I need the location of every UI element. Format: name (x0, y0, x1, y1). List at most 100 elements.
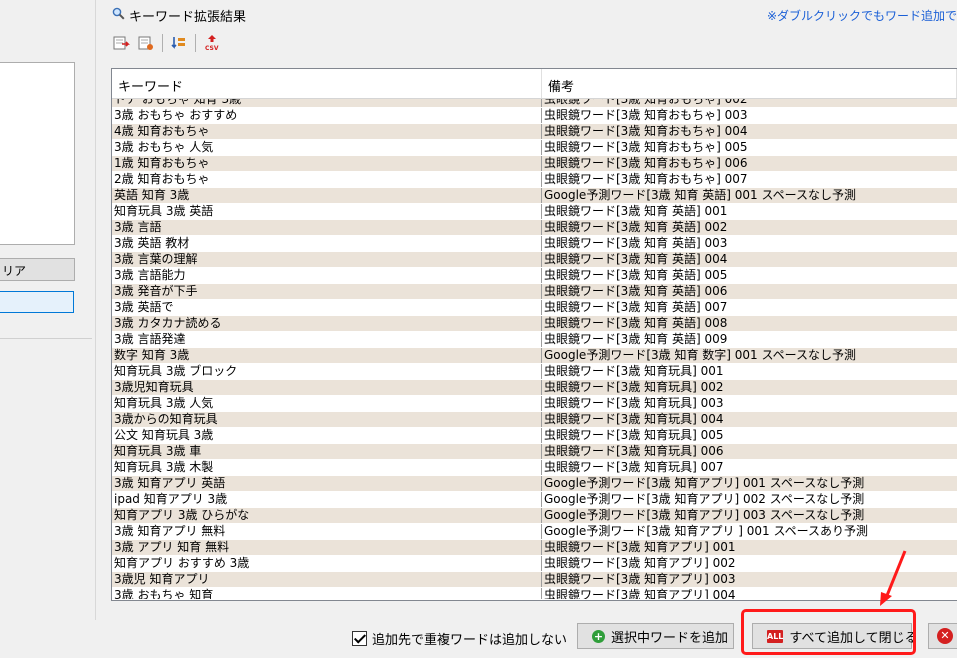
double-click-hint: ※ダブルクリックでもワード追加で (766, 9, 957, 23)
cell-remarks: 虫眼鏡ワード[3歳 知育玩具] 001 (544, 364, 724, 378)
cell-keyword: 3歳児 知育アプリ (112, 572, 542, 587)
cell-remarks: 虫眼鏡ワード[3歳 知育玩具] 007 (544, 460, 724, 474)
csv-icon-label: CSV (205, 45, 219, 52)
table-rows: ドア おもちゃ 知育 3歳 虫眼鏡ワード[3歳 知育おもちゃ] 002 3歳 おもち… (112, 99, 957, 599)
cell-keyword: 3歳 言語 (112, 220, 542, 235)
table-row[interactable]: 3歳 カタカナ読める 虫眼鏡ワード[3歳 知育 英語] 008 (112, 316, 957, 332)
left-focused-button[interactable] (0, 291, 74, 313)
cell-remarks: 虫眼鏡ワード[3歳 知育おもちゃ] 006 (544, 156, 748, 170)
cell-keyword: 3歳 言語能力 (112, 268, 542, 283)
column-header-remarks[interactable]: 備考 (542, 69, 957, 98)
table-row[interactable]: 3歳 言語 虫眼鏡ワード[3歳 知育 英語] 002 (112, 220, 957, 236)
cell-keyword: 2歳 知育おもちゃ (112, 172, 542, 187)
table-row[interactable]: 知育玩具 3歳 車虫眼鏡ワード[3歳 知育玩具] 006 (112, 444, 957, 460)
cell-keyword: 数字 知育 3歳 (112, 348, 542, 363)
table-row[interactable]: 3歳 知育アプリ 無料 Google予測ワード[3歳 知育アプリ ] 001 スペ… (112, 524, 957, 540)
cell-remarks: Google予測ワード[3歳 知育 数字] 001 スペースなし予測 (544, 348, 857, 362)
table-row[interactable]: 3歳 おもちゃ おすすめ 虫眼鏡ワード[3歳 知育おもちゃ] 003 (112, 108, 957, 124)
table-row[interactable]: 知育アプリ 3歳 ひらがな Google予測ワード[3歳 知育アプリ] 003 ス… (112, 508, 957, 524)
cell-keyword: 3歳 発音が下手 (112, 284, 542, 299)
keyword-results-table[interactable]: キーワード 備考 ドア おもちゃ 知育 3歳 虫眼鏡ワード[3歳 知育おもちゃ] … (111, 68, 957, 601)
page-title: キーワード拡張結果 (112, 6, 246, 25)
table-row[interactable]: 4歳 知育おもちゃ 虫眼鏡ワード[3歳 知育おもちゃ] 004 (112, 124, 957, 140)
table-row[interactable]: 3歳 英語で 虫眼鏡ワード[3歳 知育 英語] 007 (112, 300, 957, 316)
table-row[interactable]: ipad 知育アプリ 3歳 Google予測ワード[3歳 知育アプリ] 002 ス… (112, 492, 957, 508)
table-body[interactable]: ドア おもちゃ 知育 3歳 虫眼鏡ワード[3歳 知育おもちゃ] 002 3歳 おもち… (112, 99, 957, 599)
csv-icon[interactable]: CSV (202, 33, 222, 53)
table-row[interactable]: 3歳 言語発達 虫眼鏡ワード[3歳 知育 英語] 009 (112, 332, 957, 348)
cell-keyword: 知育玩具 3歳 人気 (112, 396, 542, 411)
list-icon[interactable] (136, 33, 156, 53)
table-row[interactable]: 数字 知育 3歳 Google予測ワード[3歳 知育 数字] 001 スペースなし… (112, 348, 957, 364)
table-row[interactable]: 3歳 アプリ 知育 無料 虫眼鏡ワード[3歳 知育アプリ] 001 (112, 540, 957, 556)
table-row[interactable]: 3歳 言葉の理解 虫眼鏡ワード[3歳 知育 英語] 004 (112, 252, 957, 268)
cell-remarks: 虫眼鏡ワード[3歳 知育玩具] 005 (544, 428, 724, 442)
table-row[interactable]: 3歳 おもちゃ 人気 虫眼鏡ワード[3歳 知育おもちゃ] 005 (112, 140, 957, 156)
table-row[interactable]: ドア おもちゃ 知育 3歳 虫眼鏡ワード[3歳 知育おもちゃ] 002 (112, 99, 957, 108)
sort-icon[interactable] (169, 33, 189, 53)
cell-remarks: 虫眼鏡ワード[3歳 知育 英語] 005 (544, 268, 728, 282)
cell-keyword: 1歳 知育おもちゃ (112, 156, 542, 171)
table-row[interactable]: 3歳 英語 教材 虫眼鏡ワード[3歳 知育 英語] 003 (112, 236, 957, 252)
table-row[interactable]: 知育玩具 3歳 人気 虫眼鏡ワード[3歳 知育玩具] 003 (112, 396, 957, 412)
table-row[interactable]: 知育玩具 3歳 英語 虫眼鏡ワード[3歳 知育 英語] 001 (112, 204, 957, 220)
table-row[interactable]: 知育アプリ おすすめ 3歳 虫眼鏡ワード[3歳 知育アプリ] 002 (112, 556, 957, 572)
close-icon: ✕ (937, 628, 953, 644)
cell-remarks: 虫眼鏡ワード[3歳 知育玩具] 004 (544, 412, 724, 426)
toolbar: CSV (112, 33, 222, 53)
cell-remarks: 虫眼鏡ワード[3歳 知育 英語] 001 (544, 204, 728, 218)
cell-keyword: ipad 知育アプリ 3歳 (112, 492, 542, 507)
add-selected-label: 選択中ワードを追加 (611, 630, 729, 646)
table-row[interactable]: 3歳からの知育玩具 虫眼鏡ワード[3歳 知育玩具] 004 (112, 412, 957, 428)
toolbar-divider (195, 34, 196, 52)
export-icon[interactable] (112, 33, 132, 53)
cell-keyword: 3歳児知育玩具 (112, 380, 542, 395)
cell-keyword: ドア おもちゃ 知育 3歳 (112, 99, 542, 107)
highlight-box (741, 609, 916, 655)
table-row[interactable]: 1歳 知育おもちゃ 虫眼鏡ワード[3歳 知育おもちゃ] 006 (112, 156, 957, 172)
left-divider (0, 338, 92, 339)
cell-keyword: 知育アプリ 3歳 ひらがな (112, 508, 542, 523)
table-row[interactable]: 知育玩具 3歳 ブロック 虫眼鏡ワード[3歳 知育玩具] 001 (112, 364, 957, 380)
add-selected-button[interactable]: + 選択中ワードを追加 (577, 623, 734, 649)
table-row[interactable]: 英語 知育 3歳 Google予測ワード[3歳 知育 英語] 001 スペースなし… (112, 188, 957, 204)
cell-keyword: 英語 知育 3歳 (112, 188, 542, 203)
cell-remarks: Google予測ワード[3歳 知育アプリ] 003 スペースなし予測 (544, 508, 865, 522)
cell-remarks: 虫眼鏡ワード[3歳 知育玩具] 002 (544, 380, 724, 394)
table-row[interactable]: 3歳児知育玩具 虫眼鏡ワード[3歳 知育玩具] 002 (112, 380, 957, 396)
close-button[interactable]: ✕ (928, 623, 957, 649)
cell-remarks: Google予測ワード[3歳 知育アプリ] 002 スペースなし予測 (544, 492, 865, 506)
cell-keyword: 3歳 アプリ 知育 無料 (112, 540, 542, 555)
left-list-box[interactable] (0, 62, 75, 245)
cell-remarks: 虫眼鏡ワード[3歳 知育 英語] 008 (544, 316, 728, 330)
table-row[interactable]: 3歳児 知育アプリ 虫眼鏡ワード[3歳 知育アプリ] 003 (112, 572, 957, 588)
plus-icon: + (592, 629, 605, 643)
cell-keyword: 3歳 おもちゃ 知育 (112, 588, 542, 599)
table-row[interactable]: 3歳 知育アプリ 英語 Google予測ワード[3歳 知育アプリ] 001 スペー… (112, 476, 957, 492)
toolbar-divider (162, 34, 163, 52)
table-row[interactable]: 知育玩具 3歳 木製 虫眼鏡ワード[3歳 知育玩具] 007 (112, 460, 957, 476)
table-row[interactable]: 3歳 発音が下手 虫眼鏡ワード[3歳 知育 英語] 006 (112, 284, 957, 300)
table-row[interactable]: 2歳 知育おもちゃ 虫眼鏡ワード[3歳 知育おもちゃ] 007 (112, 172, 957, 188)
cell-remarks: 虫眼鏡ワード[3歳 知育玩具] 003 (544, 396, 724, 410)
page-title-text: キーワード拡張結果 (129, 10, 247, 25)
cell-remarks: Google予測ワード[3歳 知育 英語] 001 スペースなし予測 (544, 188, 857, 202)
cell-keyword: 知育玩具 3歳 ブロック (112, 364, 542, 379)
column-header-keyword[interactable]: キーワード (112, 69, 542, 98)
clear-button[interactable]: リア (0, 258, 75, 281)
no-duplicate-checkbox[interactable] (352, 631, 367, 646)
cell-remarks: 虫眼鏡ワード[3歳 知育おもちゃ] 004 (544, 124, 748, 138)
cell-keyword: 知育玩具 3歳 車 (112, 444, 542, 459)
cell-remarks: 虫眼鏡ワード[3歳 知育 英語] 007 (544, 300, 728, 314)
cell-remarks: 虫眼鏡ワード[3歳 知育玩具] 006 (544, 444, 724, 458)
cell-keyword: 知育アプリ おすすめ 3歳 (112, 556, 542, 571)
no-duplicate-option[interactable]: 追加先で重複ワードは追加しない (352, 629, 567, 648)
cell-keyword: 3歳 英語で (112, 300, 542, 315)
table-row[interactable]: 公文 知育玩具 3歳 虫眼鏡ワード[3歳 知育玩具] 005 (112, 428, 957, 444)
cell-keyword: 3歳 知育アプリ 英語 (112, 476, 542, 491)
table-row[interactable]: 3歳 おもちゃ 知育 虫眼鏡ワード[3歳 知育アプリ] 004 (112, 588, 957, 599)
table-row[interactable]: 3歳 言語能力 虫眼鏡ワード[3歳 知育 英語] 005 (112, 268, 957, 284)
cell-keyword: 3歳 言葉の理解 (112, 252, 542, 267)
left-panel: リア (0, 0, 96, 620)
cell-keyword: 3歳 おもちゃ 人気 (112, 140, 542, 155)
